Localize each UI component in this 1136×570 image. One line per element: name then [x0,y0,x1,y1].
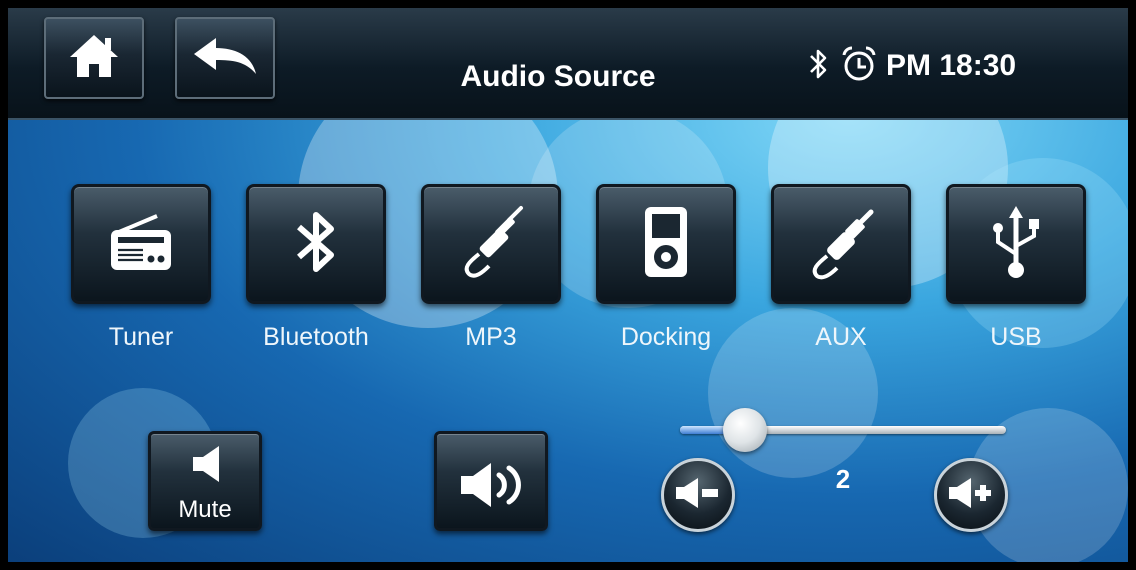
source-docking-button[interactable] [596,184,736,304]
volume-up-button[interactable] [934,458,1008,532]
source-label: USB [990,323,1042,351]
mute-button[interactable]: Mute [148,431,262,531]
source-mp3-button[interactable] [421,184,561,304]
bluetooth-icon [808,47,830,86]
volume-slider[interactable] [680,408,1006,452]
source-label: MP3 [465,323,517,351]
source-bluetooth-button[interactable] [246,184,386,304]
volume-slider-thumb[interactable] [723,408,768,452]
speaker-mute-icon [189,444,225,489]
volume-down-button[interactable] [661,458,735,532]
audio-jack-icon [451,202,531,287]
alarm-clock-icon [840,45,878,88]
usb-icon [988,202,1044,287]
speaker-on-icon [457,460,529,515]
volume-value: 2 [835,464,851,494]
source-label: Tuner [108,323,174,351]
source-label: AUX [815,323,867,351]
speaker-button[interactable] [434,431,548,531]
source-label: Docking [620,323,712,351]
ipod-icon [643,205,689,284]
radio-icon [105,210,177,279]
home-button[interactable] [44,17,144,99]
volume-up-icon [947,477,995,514]
mute-label: Mute [178,496,232,523]
source-label: Bluetooth [263,323,369,351]
screen: Audio Source PM 18:30 Tuner Bluetooth MP… [8,8,1128,562]
back-button[interactable] [175,17,275,99]
top-bar: Audio Source PM 18:30 [8,8,1128,120]
status-area: PM 18:30 [808,45,1017,88]
rca-cable-icon [801,202,881,287]
source-usb-button[interactable] [946,184,1086,304]
volume-down-icon [674,477,722,514]
source-tuner-button[interactable] [71,184,211,304]
back-arrow-icon [190,34,260,83]
bluetooth-icon [291,207,341,282]
clock-time: PM 18:30 [886,49,1017,82]
page-title: Audio Source [460,60,656,93]
source-aux-button[interactable] [771,184,911,304]
home-icon [66,31,122,86]
